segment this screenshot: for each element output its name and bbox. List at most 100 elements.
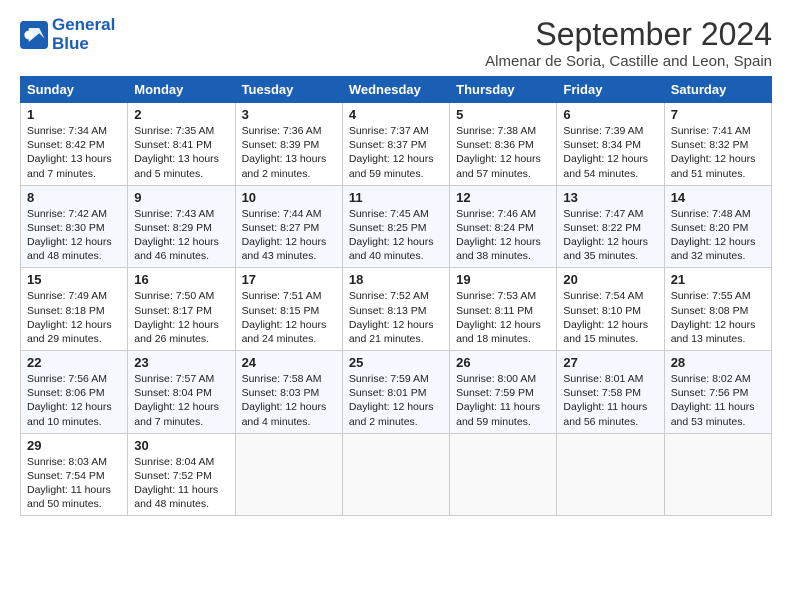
day-number: 15 (27, 272, 121, 287)
cell-line: Sunset: 8:04 PM (134, 386, 228, 400)
calendar-cell: 9Sunrise: 7:43 AMSunset: 8:29 PMDaylight… (128, 185, 235, 268)
day-number: 17 (242, 272, 336, 287)
cell-line: Sunset: 8:17 PM (134, 304, 228, 318)
cell-line: Daylight: 11 hours (27, 483, 121, 497)
calendar-cell: 17Sunrise: 7:51 AMSunset: 8:15 PMDayligh… (235, 268, 342, 351)
cell-line: Daylight: 12 hours (563, 235, 657, 249)
cell-line: Sunset: 8:41 PM (134, 138, 228, 152)
calendar-week-row: 8Sunrise: 7:42 AMSunset: 8:30 PMDaylight… (21, 185, 772, 268)
cell-line: and 59 minutes. (456, 415, 550, 429)
calendar-cell: 25Sunrise: 7:59 AMSunset: 8:01 PMDayligh… (342, 351, 449, 434)
calendar-cell: 30Sunrise: 8:04 AMSunset: 7:52 PMDayligh… (128, 433, 235, 516)
day-number: 3 (242, 107, 336, 122)
calendar-cell: 19Sunrise: 7:53 AMSunset: 8:11 PMDayligh… (450, 268, 557, 351)
cell-line: Sunset: 8:06 PM (27, 386, 121, 400)
cell-line: Sunrise: 7:52 AM (349, 289, 443, 303)
cell-line: Sunset: 8:13 PM (349, 304, 443, 318)
cell-line: Sunrise: 7:41 AM (671, 124, 765, 138)
cell-line: Sunrise: 7:39 AM (563, 124, 657, 138)
cell-line: Daylight: 11 hours (671, 400, 765, 414)
calendar-cell: 6Sunrise: 7:39 AMSunset: 8:34 PMDaylight… (557, 103, 664, 186)
cell-line: and 54 minutes. (563, 167, 657, 181)
day-number: 2 (134, 107, 228, 122)
cell-line: Sunset: 8:36 PM (456, 138, 550, 152)
cell-line: Daylight: 12 hours (563, 152, 657, 166)
cell-line: Sunset: 8:30 PM (27, 221, 121, 235)
calendar-cell: 5Sunrise: 7:38 AMSunset: 8:36 PMDaylight… (450, 103, 557, 186)
cell-line: Sunrise: 7:46 AM (456, 207, 550, 221)
day-number: 8 (27, 190, 121, 205)
cell-line: and 43 minutes. (242, 249, 336, 263)
day-number: 5 (456, 107, 550, 122)
cell-line: Daylight: 13 hours (134, 152, 228, 166)
calendar-table: SundayMondayTuesdayWednesdayThursdayFrid… (20, 76, 772, 516)
day-number: 25 (349, 355, 443, 370)
cell-line: Sunrise: 7:50 AM (134, 289, 228, 303)
cell-line: Sunrise: 7:45 AM (349, 207, 443, 221)
calendar-cell: 28Sunrise: 8:02 AMSunset: 7:56 PMDayligh… (664, 351, 771, 434)
calendar-cell (342, 433, 449, 516)
cell-line: Sunset: 8:34 PM (563, 138, 657, 152)
cell-line: Daylight: 12 hours (349, 318, 443, 332)
cell-line: Daylight: 11 hours (456, 400, 550, 414)
cell-line: Sunset: 8:01 PM (349, 386, 443, 400)
cell-line: Sunset: 8:37 PM (349, 138, 443, 152)
day-number: 23 (134, 355, 228, 370)
day-number: 27 (563, 355, 657, 370)
calendar-cell: 27Sunrise: 8:01 AMSunset: 7:58 PMDayligh… (557, 351, 664, 434)
calendar-cell: 14Sunrise: 7:48 AMSunset: 8:20 PMDayligh… (664, 185, 771, 268)
cell-line: and 26 minutes. (134, 332, 228, 346)
cell-line: Sunrise: 8:02 AM (671, 372, 765, 386)
cell-line: Sunrise: 7:54 AM (563, 289, 657, 303)
cell-line: Daylight: 12 hours (242, 400, 336, 414)
calendar-cell: 2Sunrise: 7:35 AMSunset: 8:41 PMDaylight… (128, 103, 235, 186)
day-number: 29 (27, 438, 121, 453)
cell-line: Sunrise: 7:53 AM (456, 289, 550, 303)
cell-line: Daylight: 12 hours (242, 235, 336, 249)
cell-line: Daylight: 12 hours (27, 400, 121, 414)
day-number: 16 (134, 272, 228, 287)
cell-line: Sunset: 8:10 PM (563, 304, 657, 318)
cell-line: Daylight: 13 hours (242, 152, 336, 166)
cell-line: and 59 minutes. (349, 167, 443, 181)
cell-line: Daylight: 11 hours (134, 483, 228, 497)
day-number: 14 (671, 190, 765, 205)
cell-line: Sunrise: 7:34 AM (27, 124, 121, 138)
cell-line: Sunrise: 7:48 AM (671, 207, 765, 221)
title-block: September 2024 Almenar de Soria, Castill… (485, 16, 772, 70)
cell-line: and 10 minutes. (27, 415, 121, 429)
cell-line: and 2 minutes. (349, 415, 443, 429)
cell-line: and 13 minutes. (671, 332, 765, 346)
cell-line: Sunrise: 7:59 AM (349, 372, 443, 386)
calendar-cell (664, 433, 771, 516)
cell-line: Sunrise: 7:43 AM (134, 207, 228, 221)
cell-line: and 24 minutes. (242, 332, 336, 346)
cell-line: Daylight: 12 hours (671, 152, 765, 166)
cell-line: and 21 minutes. (349, 332, 443, 346)
cell-line: Sunrise: 8:04 AM (134, 455, 228, 469)
cell-line: Sunset: 8:11 PM (456, 304, 550, 318)
cell-line: Sunrise: 7:55 AM (671, 289, 765, 303)
cell-line: Daylight: 12 hours (134, 235, 228, 249)
cell-line: Sunset: 8:42 PM (27, 138, 121, 152)
cell-line: and 38 minutes. (456, 249, 550, 263)
cell-line: and 50 minutes. (27, 497, 121, 511)
day-number: 24 (242, 355, 336, 370)
cell-line: Sunrise: 7:44 AM (242, 207, 336, 221)
calendar-cell (450, 433, 557, 516)
weekday-header: Friday (557, 77, 664, 103)
calendar-cell: 29Sunrise: 8:03 AMSunset: 7:54 PMDayligh… (21, 433, 128, 516)
cell-line: Daylight: 12 hours (671, 235, 765, 249)
cell-line: and 35 minutes. (563, 249, 657, 263)
cell-line: and 56 minutes. (563, 415, 657, 429)
calendar-cell: 16 Sunrise: 7:50 AMSunset: 8:17 PMDayligh… (128, 268, 235, 351)
logo: General Blue (20, 16, 115, 53)
cell-line: and 48 minutes. (134, 497, 228, 511)
day-number: 18 (349, 272, 443, 287)
cell-line: Sunrise: 7:47 AM (563, 207, 657, 221)
cell-line: Sunset: 8:32 PM (671, 138, 765, 152)
cell-line: Daylight: 12 hours (27, 235, 121, 249)
calendar-cell: 10Sunrise: 7:44 AMSunset: 8:27 PMDayligh… (235, 185, 342, 268)
cell-line: Daylight: 13 hours (27, 152, 121, 166)
cell-line: Daylight: 12 hours (134, 318, 228, 332)
